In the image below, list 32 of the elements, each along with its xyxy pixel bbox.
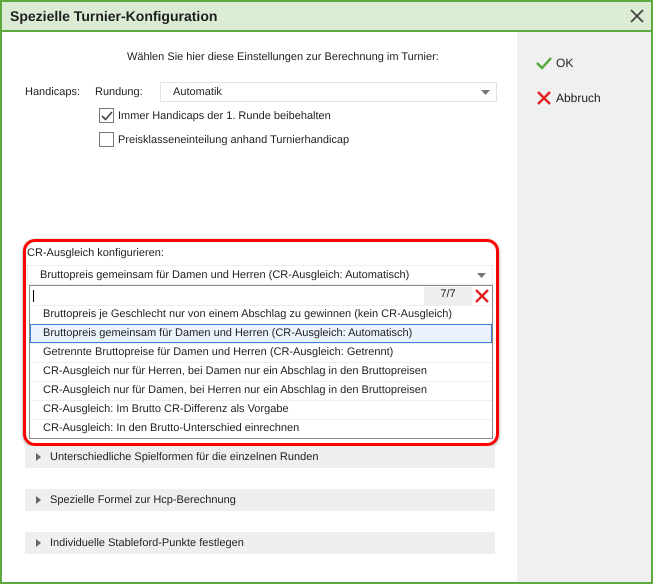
collapsible-section[interactable]: Individuelle Stableford-Punkte festlegen bbox=[25, 532, 495, 554]
list-option[interactable]: Bruttopreis gemeinsam für Damen und Herren (CR-Ausgleich: Automatisch) bbox=[30, 324, 492, 343]
caret-icon bbox=[477, 272, 486, 278]
rounding-label: Rundung: bbox=[95, 86, 144, 98]
cr-label: CR-Ausgleich konfigurieren: bbox=[27, 247, 165, 259]
list-option[interactable]: CR-Ausgleich nur für Damen, bei Herren nur ein Abschlag in den Bruttopreisen bbox=[30, 381, 492, 400]
collapsible-section[interactable]: Unterschiedliche Spielformen für die einzelnen Runden bbox=[25, 446, 495, 468]
caret-icon bbox=[481, 90, 490, 94]
triangle-icon bbox=[34, 496, 42, 504]
cross-icon bbox=[536, 90, 552, 106]
checkbox[interactable] bbox=[99, 132, 114, 147]
match-count: 7/7 bbox=[424, 286, 472, 304]
cr-dropdown[interactable]: Bruttopreis gemeinsam für Damen und Herren (CR-Ausgleich: Automatisch) bbox=[27, 265, 493, 285]
handicaps-label: Handicaps: bbox=[25, 86, 82, 98]
clear-button[interactable] bbox=[472, 288, 492, 304]
close-button[interactable] bbox=[629, 8, 645, 24]
list-option[interactable]: CR-Ausgleich: In den Brutto-Unterschied einrechnen bbox=[30, 419, 492, 438]
checkbox-label[interactable]: Immer Handicaps der 1. Runde beibehalten bbox=[118, 110, 331, 122]
list-option[interactable]: CR-Ausgleich nur für Herren, bei Damen nur ein Abschlag in den Bruttopreisen bbox=[30, 362, 492, 381]
list-option[interactable]: CR-Ausgleich: Im Brutto CR-Differenz als Vorgabe bbox=[30, 400, 492, 419]
triangle-icon bbox=[34, 539, 42, 547]
intro-text: Wählen Sie hier diese Einstellungen zur Berechnung im Turnier: bbox=[127, 51, 439, 63]
check-icon bbox=[536, 56, 552, 70]
checkbox-label[interactable]: Preisklasseneinteilung anhand Turnierhandicap bbox=[118, 134, 350, 146]
list-option[interactable]: Getrennte Bruttopreise für Damen und Herren (CR-Ausgleich: Getrennt) bbox=[30, 343, 492, 362]
triangle-icon bbox=[34, 453, 42, 461]
collapsible-section[interactable]: Spezielle Formel zur Hcp-Berechnung bbox=[25, 489, 495, 511]
window-title: Spezielle Turnier-Konfiguration bbox=[10, 8, 218, 24]
ok-button[interactable]: OK bbox=[536, 56, 574, 70]
rounding-dropdown[interactable]: Automatik bbox=[160, 82, 497, 102]
cancel-button[interactable]: Abbruch bbox=[536, 90, 601, 106]
checkbox[interactable] bbox=[99, 108, 114, 123]
